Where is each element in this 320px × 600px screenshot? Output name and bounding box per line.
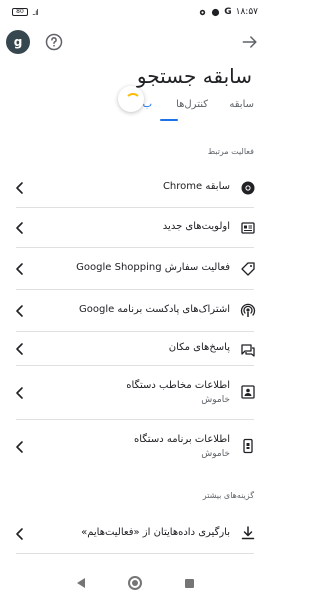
list-item-label: پاسخ‌های مکان xyxy=(168,342,230,353)
chevron-left-icon xyxy=(16,222,23,234)
divider xyxy=(16,553,254,554)
chevron-left-icon xyxy=(16,343,23,355)
tab-indicator xyxy=(160,119,178,121)
list-item-place-answers[interactable]: پاسخ‌های مکان xyxy=(0,332,270,366)
page-title: سابقه جستجو xyxy=(136,64,252,88)
chevron-left-icon xyxy=(16,305,23,317)
list-item-download-data[interactable]: بارگیری داده‌هایتان از «فعالیت‌هایم» xyxy=(0,514,270,554)
nav-home-icon[interactable] xyxy=(127,576,142,590)
chevron-left-icon xyxy=(16,441,23,453)
help-circle-icon[interactable] xyxy=(44,32,64,52)
list-item-device-contact-info[interactable]: اطلاعات مخاطب دستگاه خاموش xyxy=(0,366,270,420)
google-g-label: G xyxy=(224,7,232,17)
avatar[interactable]: g xyxy=(6,30,30,54)
chevron-left-icon xyxy=(16,387,23,399)
tab-history[interactable]: سابقه xyxy=(229,99,254,110)
list-item-label: اطلاعات مخاطب دستگاه xyxy=(126,380,230,391)
list-item-news-preferences[interactable]: اولویت‌های جدید xyxy=(0,208,270,248)
list-item-label: بارگیری داده‌هایتان از «فعالیت‌هایم» xyxy=(81,527,230,538)
list-item-status: خاموش xyxy=(201,395,230,405)
device-app-icon xyxy=(243,438,253,454)
battery-icon: 80 xyxy=(12,8,28,16)
chat-icon xyxy=(241,344,255,357)
signal-icon: ..ıl xyxy=(32,7,38,17)
loading-spinner-icon xyxy=(118,86,144,112)
settings-icon xyxy=(200,9,206,15)
tab-controls[interactable]: کنترل‌ها xyxy=(176,99,208,110)
download-icon xyxy=(241,526,255,540)
list-item-label: سابقه Chrome xyxy=(162,181,230,192)
list-item-chrome-history[interactable]: سابقه Chrome xyxy=(0,168,270,208)
podcast-icon xyxy=(240,303,256,317)
notification-icon xyxy=(212,8,220,16)
chevron-left-icon xyxy=(16,182,23,194)
status-right: G ۱۸:۵۷ xyxy=(198,7,258,17)
system-nav-bar xyxy=(0,566,270,600)
chevron-left-icon xyxy=(16,528,23,540)
status-bar: 80 ..ıl G ۱۸:۵۷ xyxy=(0,0,270,24)
nav-back-icon[interactable] xyxy=(76,578,85,588)
chevron-left-icon xyxy=(16,263,23,275)
list-item-label: اطلاعات برنامه دستگاه xyxy=(134,434,230,445)
tab-active[interactable]: ب xyxy=(143,99,152,110)
chrome-icon xyxy=(241,181,255,195)
list-item-podcast-subscriptions[interactable]: اشتراک‌های پادکست برنامه Google xyxy=(0,290,270,332)
tag-icon xyxy=(241,262,255,276)
section-header-related-activity: فعالیت مرتبط xyxy=(207,147,254,156)
list-item-shopping-activity[interactable]: فعالیت سفارش Google Shopping xyxy=(0,248,270,290)
list-item-label: فعالیت سفارش Google Shopping xyxy=(76,262,230,273)
list-item-label: اولویت‌های جدید xyxy=(162,221,230,232)
list-item-label: اشتراک‌های پادکست برنامه Google xyxy=(78,304,230,315)
arrow-forward-icon[interactable] xyxy=(240,32,260,52)
section-header-more-options: گزینه‌های بیشتر xyxy=(202,491,254,500)
top-app-bar: g xyxy=(0,28,270,58)
nav-recent-icon[interactable] xyxy=(184,578,194,588)
news-icon xyxy=(241,222,255,234)
clock: ۱۸:۵۷ xyxy=(235,7,258,17)
list-item-status: خاموش xyxy=(201,449,230,459)
status-left: 80 ..ıl xyxy=(12,8,38,17)
list-item-device-app-info[interactable]: اطلاعات برنامه دستگاه خاموش xyxy=(0,420,270,476)
contact-card-icon xyxy=(241,385,255,399)
